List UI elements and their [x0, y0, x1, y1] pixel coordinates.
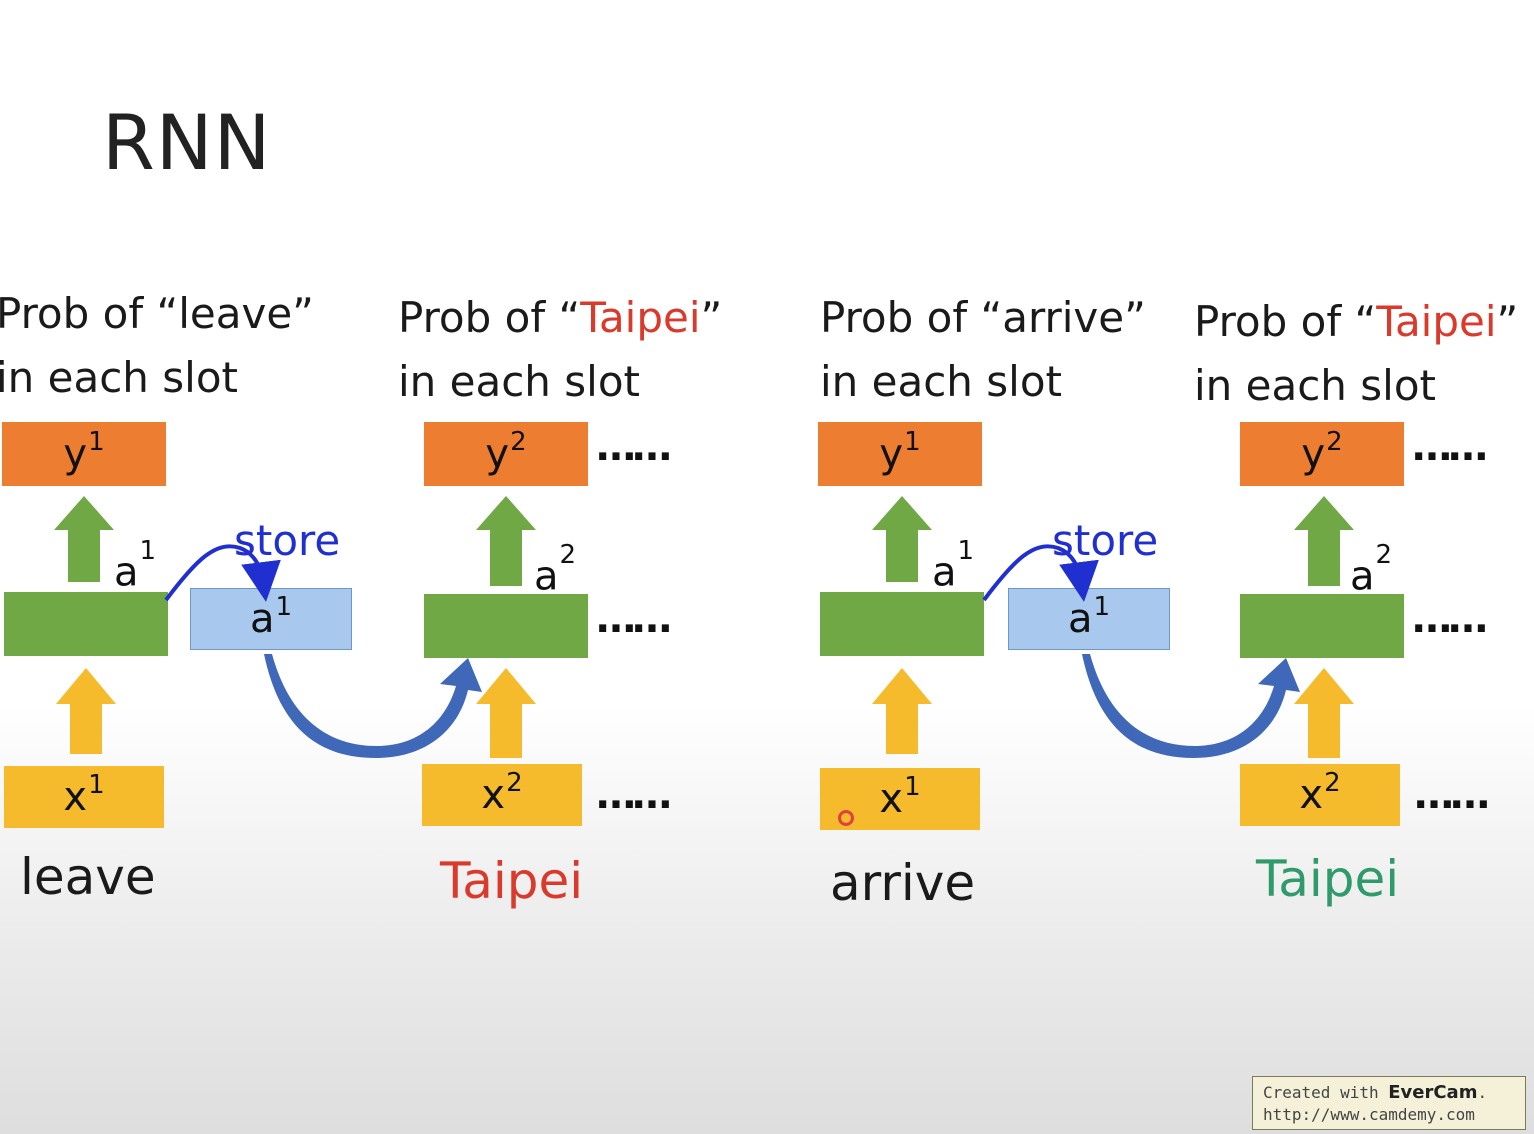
left-up-arrow-yellow-2 — [476, 668, 536, 758]
left-up-arrow-yellow-1 — [56, 668, 116, 754]
left-recurrent-arrow — [264, 654, 482, 758]
left-store-arrow — [164, 544, 281, 602]
right-recurrent-arrow — [1082, 654, 1300, 758]
watermark-line1: Created with EverCam. — [1263, 1082, 1488, 1103]
cursor-indicator — [838, 810, 854, 826]
right-up-arrow-green-2 — [1294, 496, 1354, 586]
evercam-watermark: Created with EverCam. http://www.camdemy… — [1252, 1076, 1526, 1130]
right-up-arrow-yellow-2 — [1294, 668, 1354, 758]
right-store-arrow — [982, 544, 1099, 602]
left-up-arrow-green-2 — [476, 496, 536, 586]
right-up-arrow-green-1 — [872, 496, 932, 582]
watermark-url: http://www.camdemy.com — [1263, 1105, 1475, 1124]
right-up-arrow-yellow-1 — [872, 668, 932, 754]
left-up-arrow-green-1 — [54, 496, 114, 582]
arrows-layer — [54, 496, 1354, 758]
